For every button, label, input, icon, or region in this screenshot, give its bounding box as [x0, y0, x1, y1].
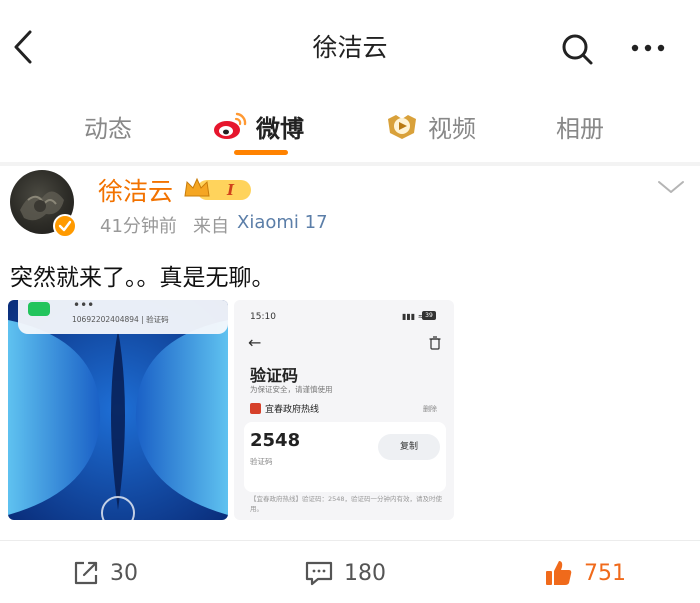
author-name[interactable]: 徐洁云 — [98, 172, 173, 208]
divider — [0, 540, 700, 541]
top-bar: 徐洁云 — [0, 0, 700, 90]
comment-button[interactable]: 180 — [304, 556, 386, 590]
divider — [0, 162, 700, 166]
post-source-prefix: 来自 — [193, 216, 229, 237]
tab-feed[interactable]: 动态 — [84, 106, 132, 146]
status-time: 15:10 — [250, 312, 276, 322]
notification-text: 10692202404894 | 验证码 — [72, 315, 169, 324]
weibo-logo-icon — [214, 112, 247, 139]
sms-notification: ••• 10692202404894 | 验证码 — [18, 300, 228, 334]
sender-icon — [250, 403, 261, 414]
sms-delete-label: 删除 — [423, 405, 437, 413]
tab-label: 视频 — [428, 114, 476, 143]
comment-count: 180 — [344, 560, 386, 586]
battery-icon: 39 — [422, 311, 436, 320]
verification-code: 2548 — [250, 430, 301, 451]
tab-label: 动态 — [84, 114, 132, 143]
sms-sender: 宜春政府热线 — [265, 405, 320, 415]
search-button[interactable] — [560, 32, 594, 66]
vip-level: I — [226, 181, 235, 199]
sms-title: 验证码 — [250, 366, 299, 385]
post-menu-button[interactable] — [656, 176, 686, 198]
post-image-2[interactable]: 15:10 ▮▮▮ ≈ 39 ← 验证码 为保证安全，请谨慎使用 宜春政府热线 … — [234, 300, 454, 520]
code-card: 2548 验证码 复制 — [244, 422, 446, 492]
profile-tabs: 动态 微博 视频 相册 — [0, 92, 700, 162]
chevron-down-icon — [658, 181, 684, 193]
verified-icon — [58, 220, 72, 232]
tab-label: 微博 — [256, 114, 304, 143]
copy-button: 复制 — [378, 434, 440, 460]
repost-button[interactable]: 30 — [72, 556, 138, 590]
tab-label: 相册 — [556, 114, 604, 143]
more-dots-icon — [631, 44, 665, 52]
comment-icon — [305, 561, 333, 586]
post-source[interactable]: Xiaomi 17 — [237, 212, 328, 233]
post-text: 突然就来了。。真是无聊。 — [10, 265, 275, 291]
like-count: 751 — [584, 560, 626, 586]
sms-message: 【宜春政府热线】验证码：2548，验证码一分钟内有效，请及时使用。 — [250, 495, 443, 513]
notification-dots: ••• — [73, 300, 95, 312]
video-badge-icon — [388, 115, 416, 139]
tab-album[interactable]: 相册 — [556, 106, 604, 146]
vip-crown-icon: I — [184, 177, 251, 200]
search-icon — [562, 34, 593, 65]
tab-weibo[interactable]: 微博 — [212, 106, 304, 146]
repost-icon — [74, 561, 98, 585]
vip-badge[interactable]: I — [183, 176, 253, 202]
tab-video[interactable]: 视频 — [384, 106, 476, 146]
post-image-1[interactable]: ••• 10692202404894 | 验证码 — [8, 300, 228, 520]
repost-count: 30 — [110, 560, 138, 586]
like-button[interactable]: 751 — [544, 556, 626, 590]
more-button[interactable] — [628, 36, 668, 60]
arrow-left-icon: ← — [248, 333, 262, 352]
code-label: 验证码 — [250, 457, 273, 466]
active-tab-indicator — [234, 150, 288, 155]
message-app-icon — [28, 302, 50, 316]
trash-icon — [429, 336, 441, 350]
verified-badge — [53, 214, 77, 238]
page-title: 徐洁云 — [312, 33, 388, 62]
sms-subtitle: 为保证安全，请谨慎使用 — [250, 385, 333, 394]
thumbs-up-icon — [546, 561, 572, 585]
post-time: 41分钟前 — [100, 216, 177, 237]
